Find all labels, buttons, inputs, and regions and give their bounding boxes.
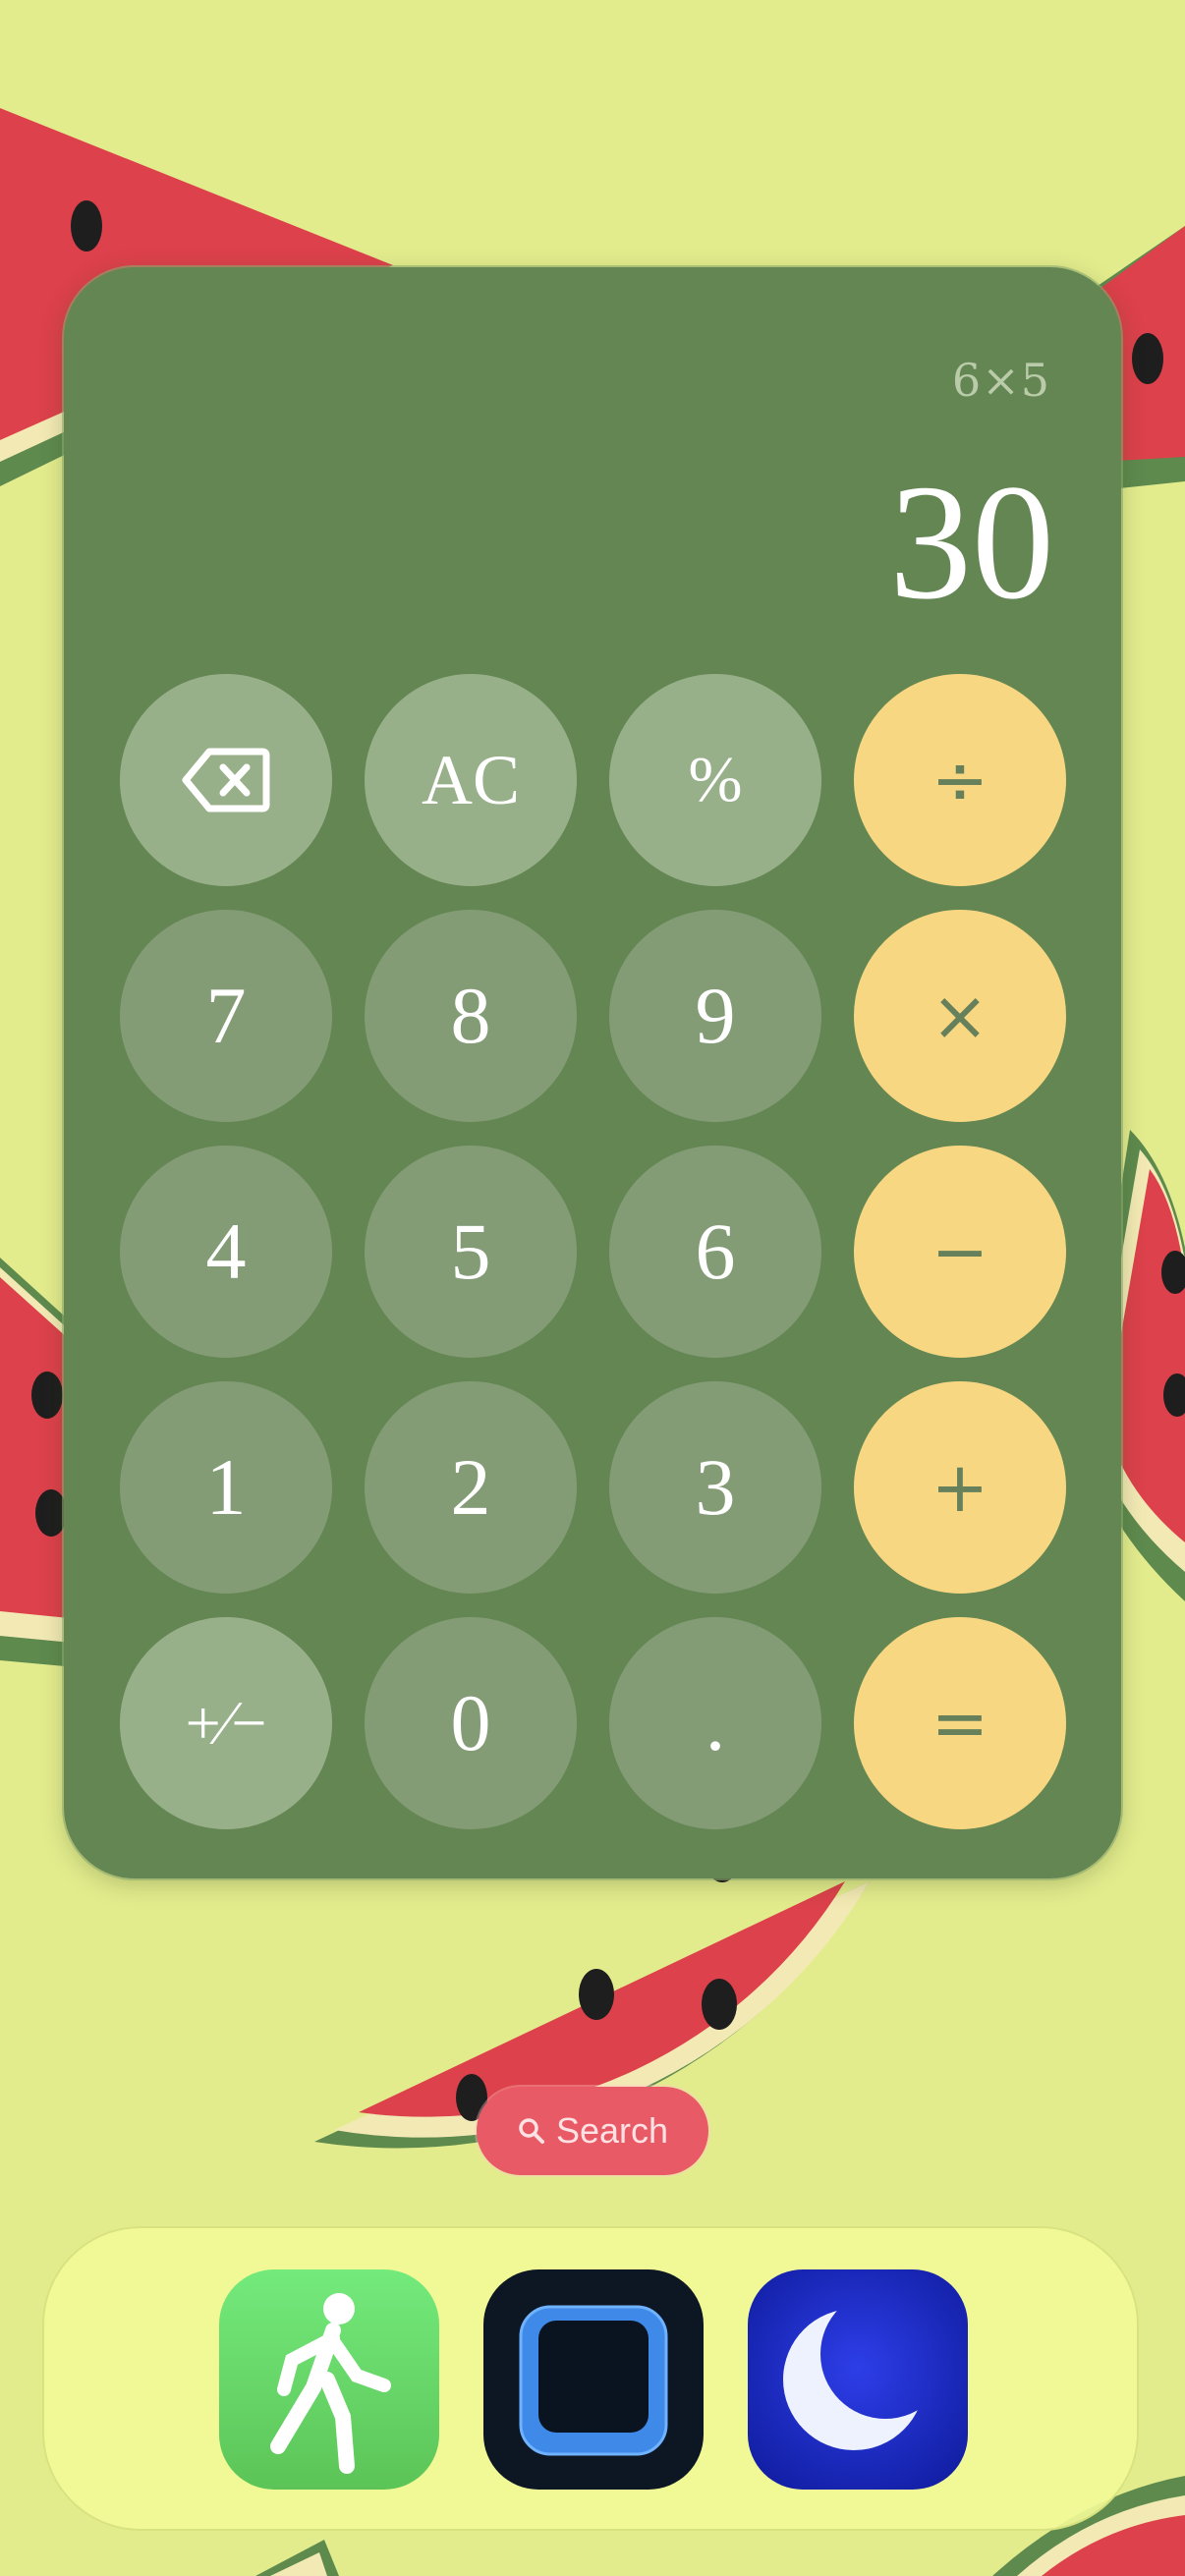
equals-key[interactable]: =: [854, 1617, 1066, 1829]
plus-minus-key[interactable]: +⁄−: [120, 1617, 332, 1829]
walking-person-icon: [270, 2293, 391, 2474]
digit-7-key[interactable]: 7: [120, 910, 332, 1122]
percent-key[interactable]: %: [609, 674, 821, 886]
digit-1-label: 1: [205, 1442, 247, 1532]
all-clear-label: AC: [421, 740, 521, 819]
divide-key[interactable]: ÷: [854, 674, 1066, 886]
digit-9-label: 9: [695, 971, 736, 1060]
crescent-moon-icon: [783, 2309, 925, 2450]
digit-3-label: 3: [695, 1442, 736, 1532]
decimal-key[interactable]: .: [609, 1617, 821, 1829]
search-icon: [519, 2118, 544, 2144]
result-display: 30: [889, 451, 1054, 634]
search-label: Search: [555, 2110, 669, 2151]
digit-4-label: 4: [205, 1206, 247, 1296]
subtract-label: −: [931, 1211, 989, 1292]
digit-4-key[interactable]: 4: [120, 1146, 332, 1358]
digit-9-key[interactable]: 9: [609, 910, 821, 1122]
watermelon-slice-bottom-left: [255, 2540, 339, 2576]
digit-0-label: 0: [450, 1678, 491, 1767]
digit-6-label: 6: [695, 1206, 736, 1296]
digit-2-label: 2: [450, 1442, 491, 1532]
plus-minus-label: +⁄−: [185, 1688, 267, 1758]
digit-1-key[interactable]: 1: [120, 1381, 332, 1594]
calculator-widget: 6×5 30 AC% ÷ 7 8 9 × 4 5 6 − 1 2 3 + +⁄− 0. =: [64, 267, 1121, 1878]
percent-label: %: [688, 744, 743, 815]
sleep-moon-app[interactable]: [748, 2269, 968, 2490]
expression-display: 6×5: [951, 354, 1050, 407]
digit-5-key[interactable]: 5: [365, 1146, 577, 1358]
fitness-walking-app[interactable]: [219, 2269, 439, 2490]
rounded-square-icon: [519, 2305, 668, 2456]
digit-2-key[interactable]: 2: [365, 1381, 577, 1594]
backspace-icon: [182, 748, 270, 812]
digit-3-key[interactable]: 3: [609, 1381, 821, 1594]
decimal-label: .: [705, 1678, 726, 1767]
digit-8-label: 8: [450, 971, 491, 1060]
search-button[interactable]: Search: [477, 2087, 708, 2175]
digit-5-label: 5: [450, 1206, 491, 1296]
blue-frame-app[interactable]: [483, 2269, 704, 2490]
add-label: +: [931, 1447, 989, 1528]
add-key[interactable]: +: [854, 1381, 1066, 1594]
all-clear-key[interactable]: AC: [365, 674, 577, 886]
divide-label: ÷: [931, 740, 989, 820]
digit-7-label: 7: [205, 971, 247, 1060]
backspace-key[interactable]: [120, 674, 332, 886]
digit-8-key[interactable]: 8: [365, 910, 577, 1122]
digit-6-key[interactable]: 6: [609, 1146, 821, 1358]
digit-0-key[interactable]: 0: [365, 1617, 577, 1829]
multiply-label: ×: [931, 976, 989, 1056]
equals-label: =: [931, 1683, 989, 1764]
multiply-key[interactable]: ×: [854, 910, 1066, 1122]
dock: [42, 2226, 1139, 2531]
subtract-key[interactable]: −: [854, 1146, 1066, 1358]
